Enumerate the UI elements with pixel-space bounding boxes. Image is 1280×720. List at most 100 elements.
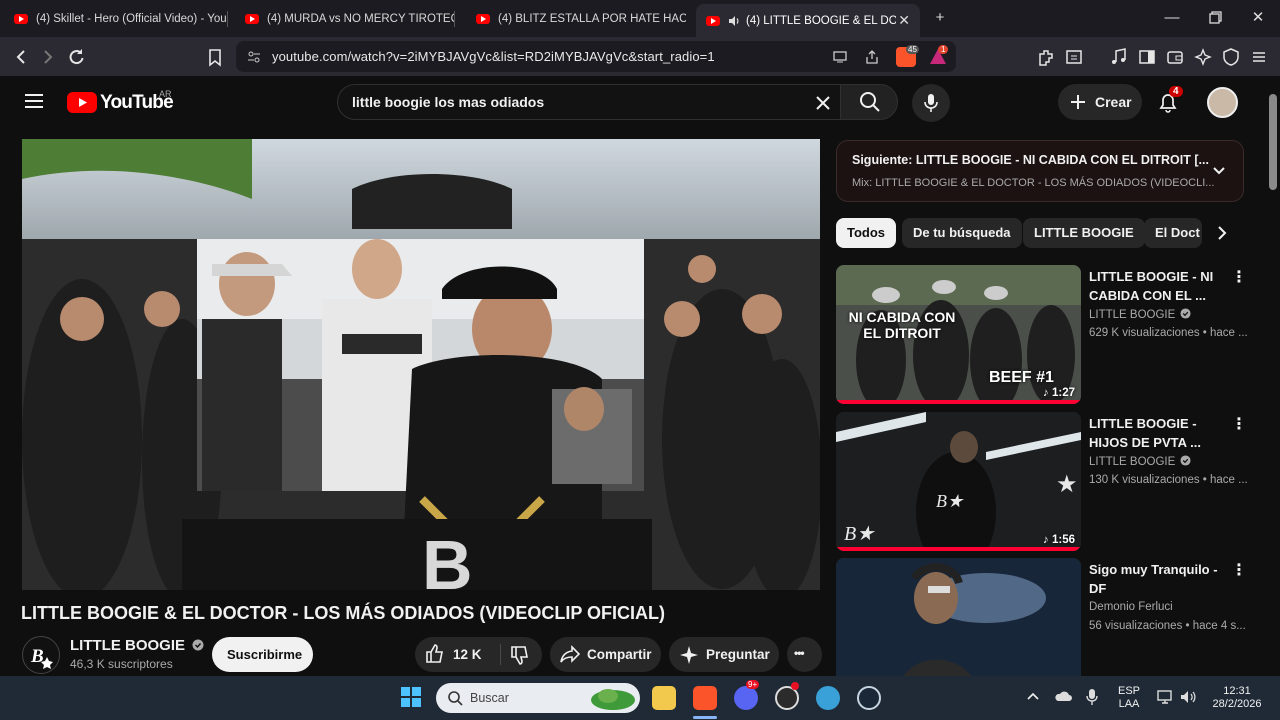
expand-chevron-down-icon[interactable] xyxy=(1211,163,1227,179)
next-up-panel[interactable]: Siguiente: LITTLE BOOGIE - NI CABIDA CON… xyxy=(836,140,1244,202)
recommendation-item[interactable]: Sigo muy Tranquilo - DF Demonio Ferluci … xyxy=(836,558,1246,676)
share-arrow-icon xyxy=(560,645,581,663)
search-button[interactable] xyxy=(840,84,898,120)
like-button[interactable]: 12 K xyxy=(415,637,500,672)
youtube-favicon-icon xyxy=(14,14,28,24)
vpn-shield-icon[interactable] xyxy=(1220,46,1242,68)
more-options-icon[interactable]: ⋮ xyxy=(1231,562,1246,580)
notifications-button[interactable]: 4 xyxy=(1156,86,1183,116)
tab-separator xyxy=(227,11,228,27)
globe-app-icon[interactable] xyxy=(816,686,840,710)
reader-mode-icon[interactable] xyxy=(1063,46,1085,68)
forward-button[interactable] xyxy=(37,46,59,68)
chip-el-doctor[interactable]: El Doct xyxy=(1144,218,1202,248)
windows-start-icon[interactable] xyxy=(400,686,422,708)
show-hidden-icons-chevron-up-icon[interactable] xyxy=(1026,690,1040,704)
chip-channel[interactable]: LITTLE BOOGIE xyxy=(1023,218,1145,248)
recommendation-channel-name: LITTLE BOOGIE xyxy=(1089,309,1176,321)
video-thumbnail[interactable] xyxy=(836,558,1081,676)
youtube-favicon-icon xyxy=(706,15,720,26)
back-button[interactable] xyxy=(10,46,32,68)
video-thumbnail[interactable]: NI CABIDA CON EL DITROIT BEEF #1 ♪ 1:27 xyxy=(836,265,1081,404)
channel-name[interactable]: LITTLE BOOGIE xyxy=(70,637,204,654)
search-input[interactable]: little boogie los mas odiados xyxy=(337,84,841,120)
channel-avatar[interactable]: B xyxy=(22,636,60,674)
recommendation-item[interactable]: B★ ★ B★ ♪ 1:56 LITTLE BOOGIE - HIJOS DE … xyxy=(836,412,1248,552)
wallet-icon[interactable] xyxy=(1164,46,1186,68)
browser-tab-strip: (4) Skillet - Hero (Official Video) - Yo… xyxy=(0,0,1280,37)
video-player[interactable]: B xyxy=(22,139,820,590)
address-bar[interactable]: youtube.com/watch?v=2iMYBJAVgVc&list=RD2… xyxy=(236,41,956,72)
language-indicator[interactable]: ESP LAA xyxy=(1114,685,1144,711)
steam-like-app-icon[interactable] xyxy=(775,682,799,710)
create-button[interactable]: Crear xyxy=(1058,84,1142,120)
more-options-icon[interactable]: ⋮ xyxy=(1231,269,1247,287)
tab-close-icon[interactable]: ✕ xyxy=(898,12,910,29)
youtube-logo[interactable]: YouTube AR xyxy=(67,89,187,116)
taskbar-search[interactable]: Buscar xyxy=(436,683,640,713)
chips-next-button[interactable] xyxy=(1204,218,1240,248)
dislike-button[interactable] xyxy=(501,637,542,672)
scrollbar-thumb[interactable] xyxy=(1269,94,1277,190)
bookmark-icon[interactable] xyxy=(204,46,226,68)
steam-icon[interactable] xyxy=(857,686,881,710)
browser-tab[interactable]: (4) Skillet - Hero (Official Video) - Yo… xyxy=(14,6,228,32)
recommendation-channel[interactable]: LITTLE BOOGIE xyxy=(1089,455,1192,468)
recommendation-item[interactable]: NI CABIDA CON EL DITROIT BEEF #1 ♪ 1:27 … xyxy=(836,265,1248,405)
clear-search-icon[interactable] xyxy=(814,94,832,112)
youtube-favicon-icon xyxy=(245,14,259,24)
volume-icon[interactable] xyxy=(1179,688,1197,706)
chip-all[interactable]: Todos xyxy=(836,218,897,248)
recommendation-title[interactable]: Sigo muy Tranquilo - DF xyxy=(1089,560,1219,598)
microphone-icon xyxy=(924,94,938,112)
more-options-icon[interactable]: ⋮ xyxy=(1231,416,1247,434)
site-settings-icon[interactable] xyxy=(246,49,262,65)
onedrive-cloud-icon[interactable] xyxy=(1054,689,1072,703)
discord-icon[interactable]: 9+ xyxy=(734,680,760,710)
menu-icon[interactable] xyxy=(1248,46,1270,68)
hamburger-menu-icon[interactable] xyxy=(24,92,44,110)
share-button[interactable]: Compartir xyxy=(550,637,661,672)
sidebar-icon[interactable] xyxy=(1136,46,1158,68)
recommendation-title[interactable]: LITTLE BOOGIE - NI CABIDA CON EL ... xyxy=(1089,267,1219,305)
account-avatar[interactable] xyxy=(1207,87,1238,118)
subscribe-button[interactable]: Suscribirme xyxy=(212,637,313,672)
browser-tab[interactable]: (4) BLITZ ESTALLA POR HATE HACIA L xyxy=(476,6,686,32)
maximize-button[interactable] xyxy=(1205,8,1225,28)
recommendation-title[interactable]: LITTLE BOOGIE - HIJOS DE PVTA ... xyxy=(1089,414,1219,452)
duration-badge: ♪ 1:27 xyxy=(1043,387,1075,399)
voice-search-button[interactable] xyxy=(912,84,950,122)
browser-tab[interactable]: (4) MURDA vs NO MERCY TIROTEO, T xyxy=(245,6,455,32)
clock[interactable]: 12:31 28/2/2026 xyxy=(1202,685,1272,711)
extensions-icon[interactable] xyxy=(1035,46,1057,68)
watched-progress-bar xyxy=(836,547,1081,551)
minimize-button[interactable]: — xyxy=(1162,8,1182,28)
chip-from-search[interactable]: De tu búsqueda xyxy=(902,218,1022,248)
recommendation-channel[interactable]: Demonio Ferluci xyxy=(1089,601,1173,613)
reload-button[interactable] xyxy=(65,46,87,68)
verified-check-icon xyxy=(192,639,204,651)
chip-label: El Doct xyxy=(1155,225,1200,240)
brave-browser-icon[interactable] xyxy=(693,686,717,710)
close-window-button[interactable]: ✕ xyxy=(1248,8,1268,28)
brave-shields-icon[interactable]: 45 xyxy=(896,45,919,67)
browser-tab-active[interactable]: (4) LITTLE BOOGIE & EL DOCT ✕ xyxy=(696,4,920,37)
thumbs-down-icon xyxy=(511,646,528,665)
recommendation-channel[interactable]: LITTLE BOOGIE xyxy=(1089,308,1192,321)
region-code: AR xyxy=(159,89,172,99)
leo-ai-icon[interactable] xyxy=(1192,46,1214,68)
brave-shields-count: 45 xyxy=(906,45,919,54)
next-up-title: Siguiente: LITTLE BOOGIE - NI CABIDA CON… xyxy=(852,153,1209,167)
microphone-tray-icon[interactable] xyxy=(1085,688,1099,706)
cast-icon[interactable] xyxy=(832,49,848,65)
new-tab-button[interactable]: + xyxy=(930,8,950,28)
network-icon[interactable] xyxy=(1156,688,1174,706)
ask-button[interactable]: Preguntar xyxy=(669,637,779,672)
file-explorer-icon[interactable] xyxy=(652,686,676,710)
share-icon[interactable] xyxy=(864,49,880,65)
media-icon[interactable] xyxy=(1108,46,1130,68)
more-actions-button[interactable]: ••• xyxy=(787,637,822,672)
brave-rewards-icon[interactable]: 1 xyxy=(928,45,949,67)
speaker-icon[interactable] xyxy=(728,15,740,27)
video-thumbnail[interactable]: B★ ★ B★ ♪ 1:56 xyxy=(836,412,1081,551)
